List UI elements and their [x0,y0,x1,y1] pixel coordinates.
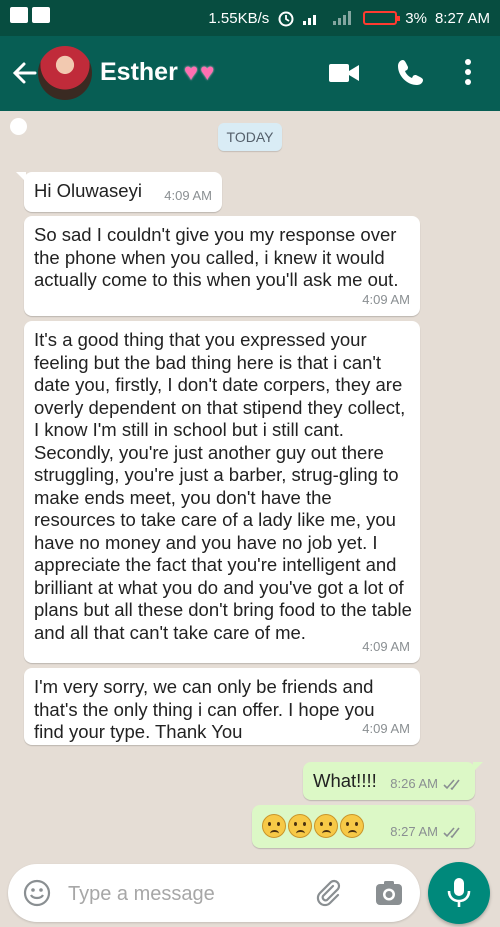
date-separator: TODAY [218,123,282,151]
status-notifications [10,7,50,135]
bubble-tail [473,762,483,772]
message-time: 8:26 AM [390,773,465,796]
message-time: 8:27 AM [390,821,465,844]
phone-icon[interactable] [397,58,425,86]
message-outgoing[interactable]: What!!!! 8:26 AM [303,762,483,800]
message-time: 4:09 AM [164,187,212,203]
message-time-label: 8:26 AM [390,775,438,791]
message-composer [8,864,420,922]
status-bar: 1.55KB/s 3% 8:27 AM [0,0,500,135]
message-outgoing[interactable]: 8:27 AM [252,805,475,848]
sparkling-heart-icon: ♥ [183,58,199,86]
status-time: 8:27 AM [434,9,490,27]
bubble-tail [16,172,26,182]
video-call-icon[interactable] [328,60,360,86]
sad-face-emoji-icon [262,814,286,839]
more-options-icon[interactable] [464,58,472,86]
message-text: So sad I couldn't give you my response o… [34,224,399,290]
message-incoming[interactable]: So sad I couldn't give you my response o… [24,216,420,316]
contact-name: Esther [100,58,178,86]
sad-face-emoji-icon [288,814,312,839]
message-incoming[interactable]: Hi Oluwaseyi 4:09 AM [16,172,222,212]
voice-record-button[interactable] [428,862,490,924]
message-text: It's a good thing that you expressed you… [34,329,412,643]
sad-face-emoji-icon [314,814,338,839]
message-text: I'm very sorry, we can only be friends a… [34,676,375,742]
signal-icon [303,11,325,25]
gmail-icon [10,7,28,23]
avatar[interactable] [38,46,92,100]
gmail-icon [32,7,50,23]
double-check-icon [443,827,460,838]
signal-icon [333,11,355,25]
double-check-icon [443,779,460,790]
back-arrow-icon[interactable] [10,58,38,88]
sparkling-heart-icon: ♥ [200,58,215,86]
attach-icon[interactable] [313,878,343,908]
camera-icon[interactable] [375,880,403,906]
message-incoming[interactable]: It's a good thing that you expressed you… [24,321,420,663]
chat-header: Esther ♥ ♥ [0,36,500,111]
battery-icon [363,11,401,25]
message-time: 4:09 AM [362,291,410,307]
contact-title[interactable]: Esther ♥ ♥ [100,58,214,87]
status-indicators: 1.55KB/s 3% 8:27 AM [208,9,490,27]
mic-icon [447,878,471,907]
message-time-label: 8:27 AM [390,823,438,839]
alarm-icon [278,11,294,27]
message-incoming[interactable]: I'm very sorry, we can only be friends a… [24,668,420,745]
message-input[interactable] [66,878,300,910]
message-time: 4:09 AM [362,638,410,654]
emoji-message [262,814,366,839]
message-text: What!!!! [313,770,377,791]
battery-percent: 3% [405,9,427,27]
network-speed: 1.55KB/s [208,9,270,27]
heart-emoji: ♥ ♥ [184,59,215,87]
sad-face-emoji-icon [340,814,364,839]
message-list[interactable]: TODAY Hi Oluwaseyi 4:09 AM So sad I coul… [0,111,500,851]
message-time: 4:09 AM [362,720,410,736]
message-text: Hi Oluwaseyi [34,180,142,201]
emoji-icon[interactable] [23,879,51,907]
